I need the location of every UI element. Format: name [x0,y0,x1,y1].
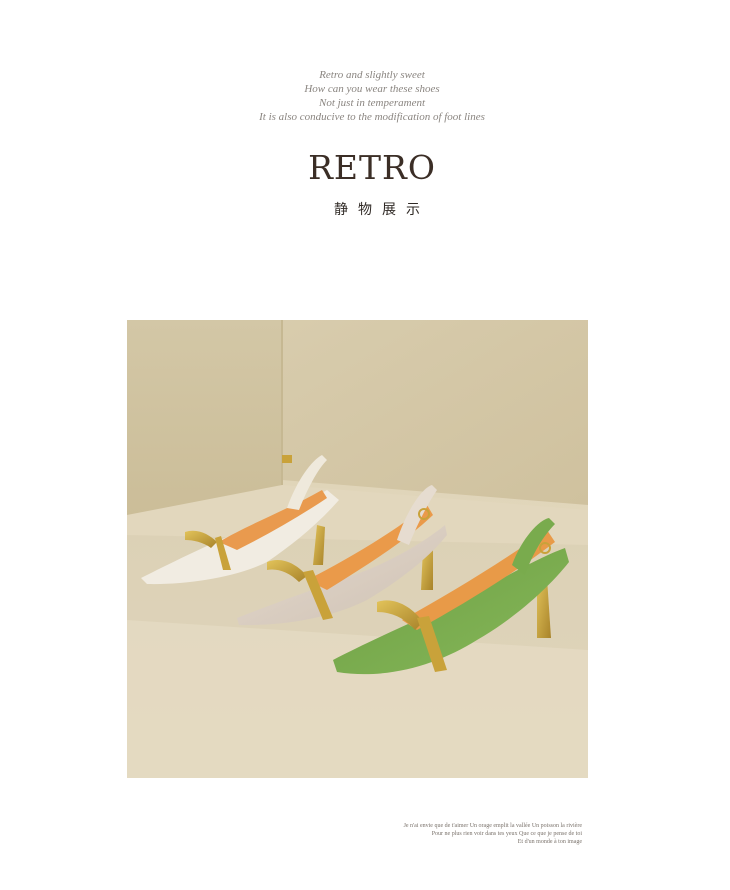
caption-line-1: Je n'ai envie que de t'aimer Un orage em… [403,823,582,829]
tagline: Retro and slightly sweet How can you wea… [0,68,730,124]
tagline-line-3: Not just in temperament [318,97,426,109]
shoes-still-life-image [127,320,588,778]
tagline-line-2: How can you wear these shoes [304,83,440,95]
page-title: RETRO [308,148,436,187]
caption-line-3: Et d'un monde à ton image [517,839,582,845]
product-photo [127,320,588,778]
page-subtitle: 静物展示 [334,202,430,218]
caption: Je n'ai envie que de t'aimer Un orage em… [404,822,582,846]
tagline-line-4: It is also conducive to the modification… [259,111,485,123]
tagline-line-1: Retro and slightly sweet [319,69,425,81]
caption-line-2: Pour ne plus rien voir dans tes yeux Que… [431,831,582,837]
